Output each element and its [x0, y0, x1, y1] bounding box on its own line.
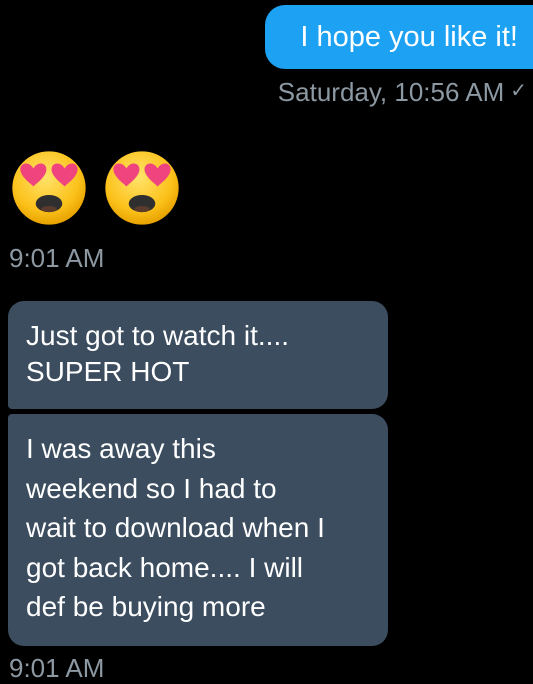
received-message-text: Just got to watch it.... SUPER HOT [26, 320, 290, 387]
received-message-bubble[interactable]: Just got to watch it.... SUPER HOT [8, 301, 388, 409]
sent-message-text: I hope you like it! [300, 21, 518, 53]
received-message-text: I was away this weekend so I had to wait… [26, 433, 325, 622]
heart-eyes-emoji-icon [105, 151, 179, 225]
sent-message-timestamp: Saturday, 10:56 AM [277, 77, 505, 107]
received-message-timestamp: 9:01 AM [9, 653, 105, 683]
sent-message-bubble[interactable]: I hope you like it! [265, 5, 533, 69]
sent-message-meta: Saturday, 10:56 AM ✓ [278, 77, 527, 108]
received-message-bubble[interactable]: I was away this weekend so I had to wait… [8, 414, 388, 646]
heart-eyes-emoji-icon [12, 151, 86, 225]
checkmark-icon: ✓ [510, 80, 527, 102]
emoji-message-timestamp: 9:01 AM [9, 243, 105, 273]
